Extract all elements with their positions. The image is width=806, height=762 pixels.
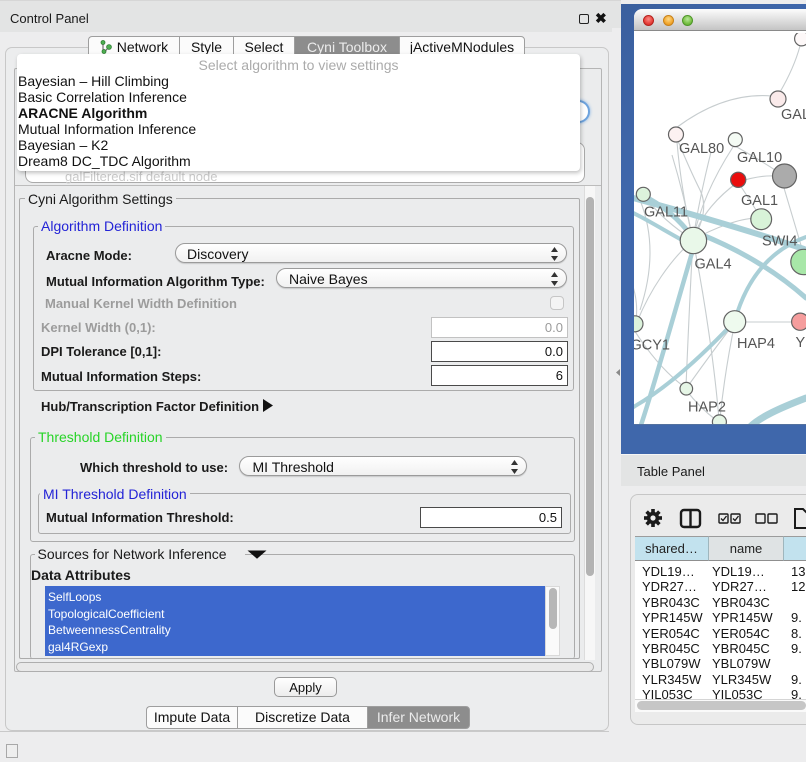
svg-text:SWI4: SWI4 <box>762 234 797 250</box>
svg-text:GAL80: GAL80 <box>679 141 724 157</box>
svg-text:GAL4: GAL4 <box>695 257 732 273</box>
svg-text:HAP2: HAP2 <box>688 400 726 416</box>
svg-text:GAL11: GAL11 <box>644 205 688 221</box>
svg-text:GAL1: GAL1 <box>741 193 778 209</box>
svg-text:GAL10: GAL10 <box>737 150 782 166</box>
svg-text:HAP4: HAP4 <box>737 336 775 352</box>
svg-text:GCY1: GCY1 <box>634 338 670 354</box>
svg-text:GAL2: GAL2 <box>781 107 806 123</box>
svg-text:Y: Y <box>796 335 806 351</box>
